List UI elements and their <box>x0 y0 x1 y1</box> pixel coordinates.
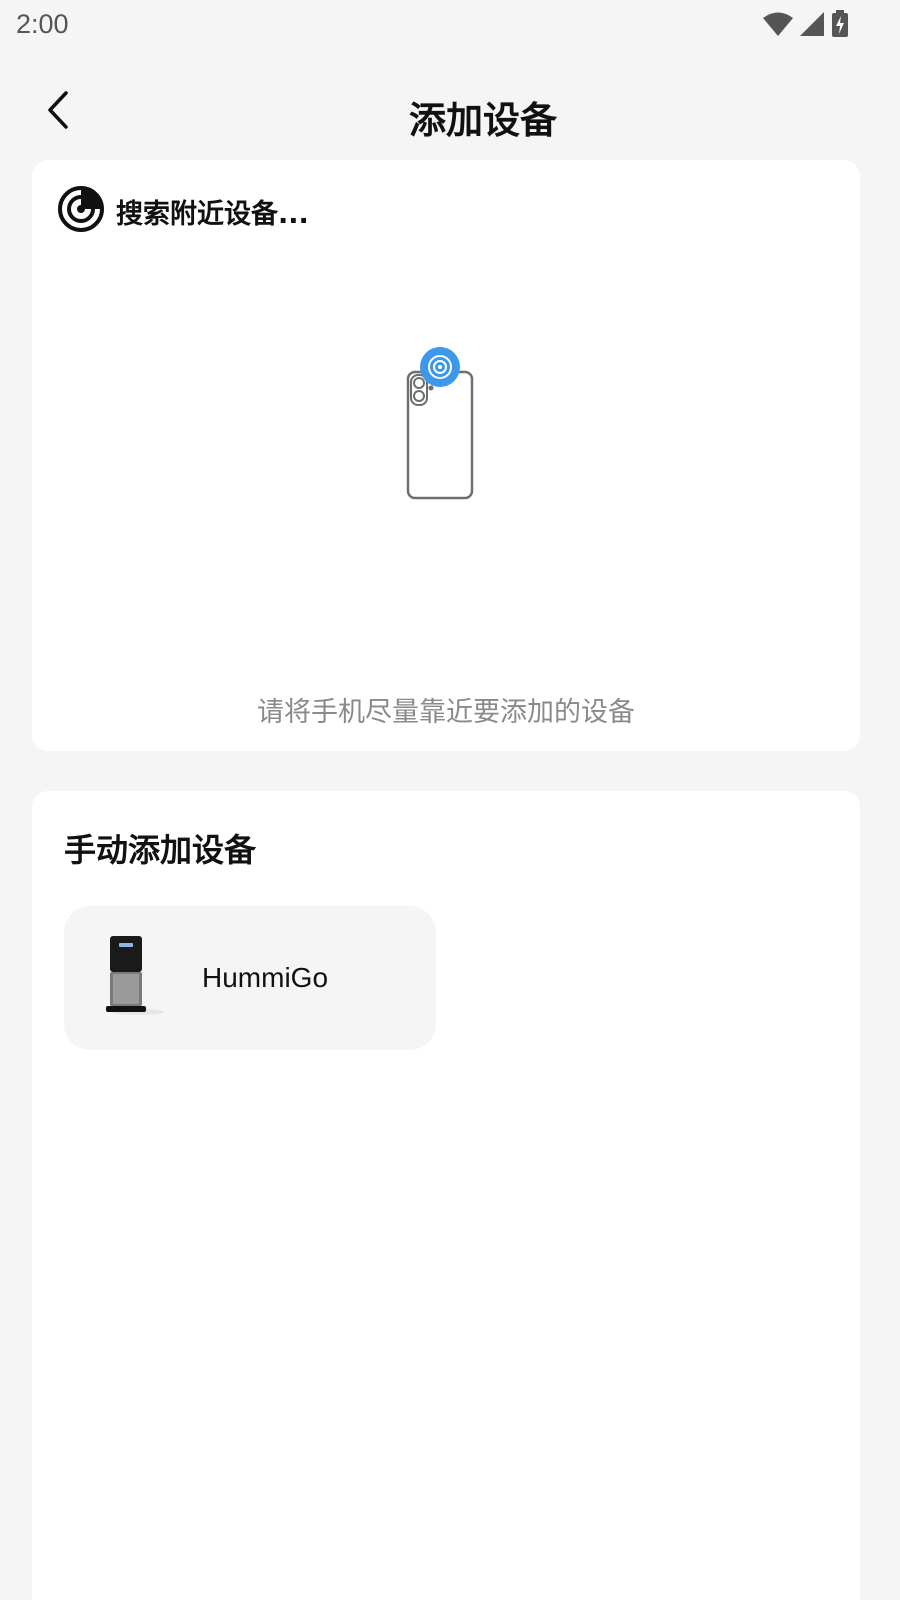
search-nearby-card: 搜索附近设备... 请将手机尽量靠近要添加的设备 <box>32 160 860 751</box>
device-tile-hummigo[interactable]: HummiGo <box>64 906 436 1050</box>
manual-add-title: 手动添加设备 <box>64 831 257 869</box>
search-status: 搜索附近设备... <box>56 184 309 238</box>
page-title: 添加设备 <box>409 99 557 142</box>
radar-icon <box>56 184 106 238</box>
proximity-hint: 请将手机尽量靠近要添加的设备 <box>257 697 635 728</box>
search-title: 搜索附近设备... <box>116 198 309 230</box>
humidifier-device-image <box>102 934 166 1016</box>
status-time: 2:00 <box>16 9 69 39</box>
wifi-icon <box>762 11 794 37</box>
battery-charging-icon <box>830 10 850 38</box>
status-icons <box>762 10 850 38</box>
device-name: HummiGo <box>202 962 329 993</box>
header: 添加设备 <box>0 70 900 156</box>
phone-nfc-icon <box>405 346 487 500</box>
manual-add-card: 手动添加设备 HummiGo <box>32 791 860 1600</box>
signal-icon <box>798 11 826 37</box>
status-bar: 2:00 <box>0 0 900 50</box>
